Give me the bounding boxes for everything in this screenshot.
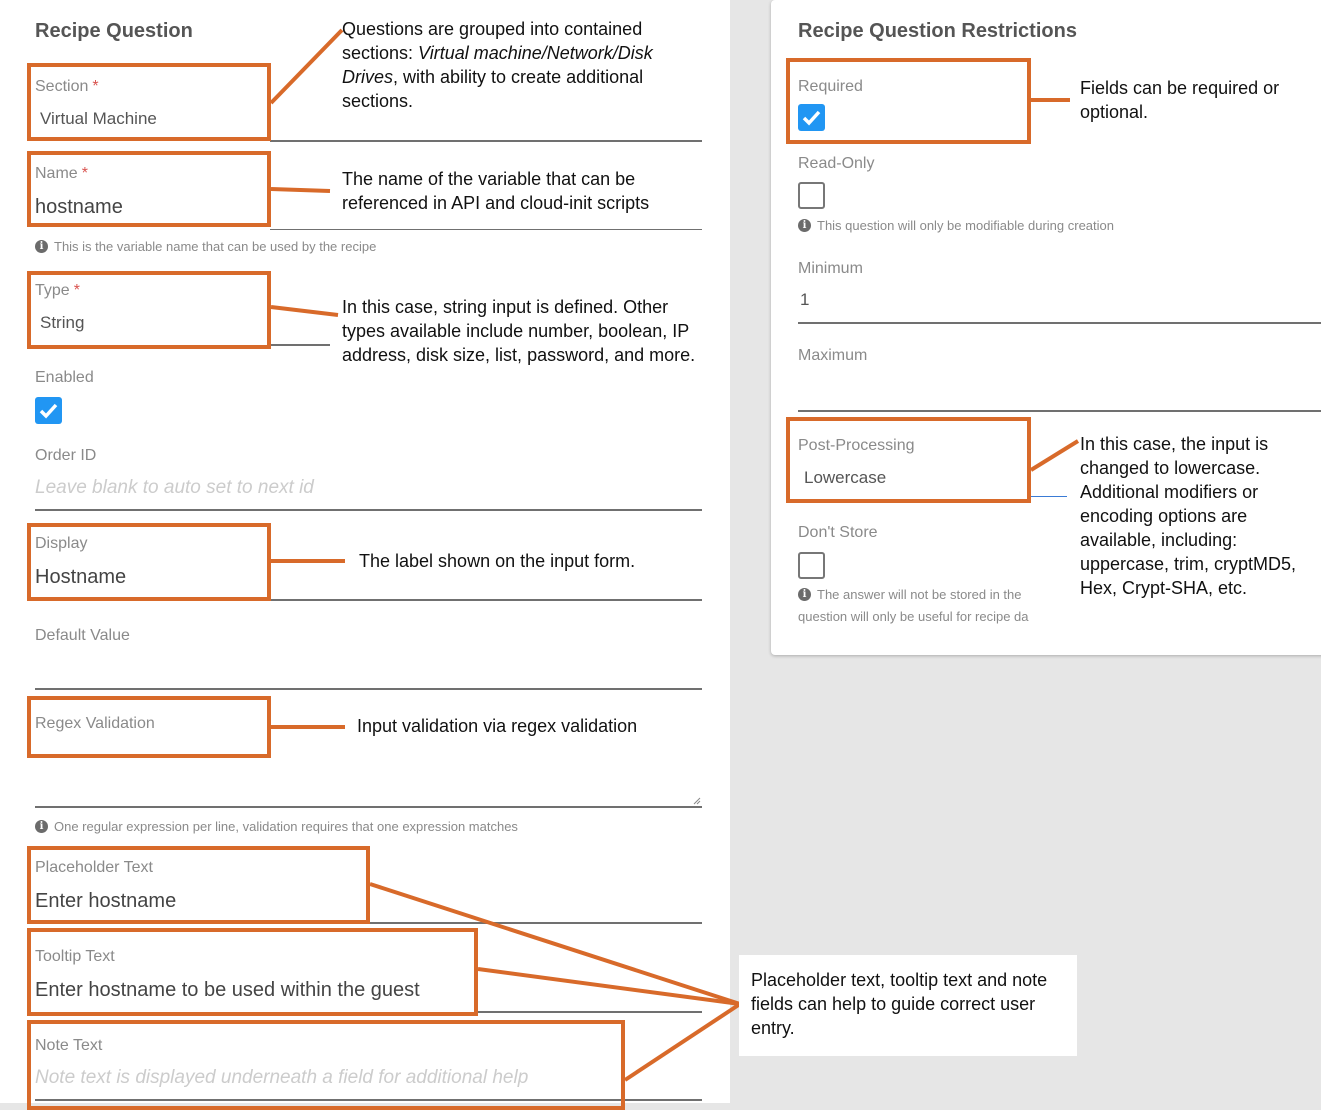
post-processing-highlight-box — [786, 417, 1031, 503]
dont-store-label: Don't Store — [798, 524, 878, 541]
post-processing-annotation: In this case, the input is changed to lo… — [1080, 434, 1297, 598]
display-highlight-box — [27, 523, 271, 601]
order-id-underline — [35, 509, 702, 511]
regex-textarea[interactable] — [35, 750, 702, 806]
display-underline — [270, 599, 702, 601]
name-underline — [270, 229, 702, 230]
info-icon: i — [798, 588, 811, 601]
required-annotation: Fields can be required or optional. — [1080, 78, 1280, 122]
dont-store-hint: i The answer will not be stored in the — [798, 587, 1022, 602]
maximum-underline — [798, 410, 1321, 412]
note-highlight-box — [27, 1020, 625, 1110]
checkmark-icon — [39, 403, 58, 419]
type-underline — [270, 344, 330, 346]
maximum-label: Maximum — [798, 347, 868, 364]
regex-annotation: Input validation via regex validation — [357, 716, 638, 736]
type-highlight-box — [27, 271, 271, 349]
restrictions-heading: Recipe Question Restrictions — [798, 20, 1077, 42]
placeholder-text-underline — [368, 922, 702, 924]
section-highlight-box — [27, 63, 271, 141]
minimum-underline — [798, 322, 1321, 324]
name-highlight-box — [27, 151, 271, 227]
minimum-input[interactable]: 1 — [800, 290, 809, 310]
required-highlight-box — [786, 58, 1031, 144]
info-icon: i — [798, 219, 811, 232]
post-processing-underline — [1030, 496, 1067, 497]
guidance-annotation: Placeholder text, tooltip text and note … — [751, 970, 1048, 1038]
minimum-label: Minimum — [798, 260, 863, 277]
section-underline — [270, 140, 702, 142]
dont-store-checkbox[interactable] — [798, 552, 825, 579]
read-only-checkbox[interactable] — [798, 182, 825, 209]
tooltip-text-underline — [476, 1011, 702, 1013]
order-id-input[interactable]: Leave blank to auto set to next id — [35, 477, 314, 499]
regex-underline — [35, 806, 702, 808]
regex-highlight-box — [27, 696, 271, 758]
read-only-label: Read-Only — [798, 155, 875, 172]
enabled-checkbox[interactable] — [35, 397, 62, 424]
tooltip-highlight-box — [27, 928, 478, 1016]
default-value-label: Default Value — [35, 627, 130, 644]
placeholder-highlight-box — [27, 846, 370, 924]
recipe-question-heading: Recipe Question — [35, 20, 193, 42]
info-icon: i — [35, 820, 48, 833]
dont-store-hint-2: question will only be useful for recipe … — [798, 609, 1029, 624]
default-value-underline — [35, 688, 702, 690]
enabled-label: Enabled — [35, 369, 94, 386]
type-annotation: In this case, string input is defined. O… — [342, 297, 696, 365]
display-annotation: The label shown on the input form. — [359, 551, 636, 571]
name-annotation: The name of the variable that can be ref… — [342, 169, 650, 213]
name-hint: i This is the variable name that can be u… — [35, 239, 376, 254]
regex-hint: i One regular expression per line, valida… — [35, 819, 518, 834]
info-icon: i — [35, 240, 48, 253]
section-annotation: Questions are grouped into contained sec… — [342, 19, 653, 111]
read-only-hint: i This question will only be modifiable d… — [798, 218, 1114, 233]
order-id-label: Order ID — [35, 447, 97, 464]
resize-grip-icon[interactable] — [693, 797, 701, 805]
